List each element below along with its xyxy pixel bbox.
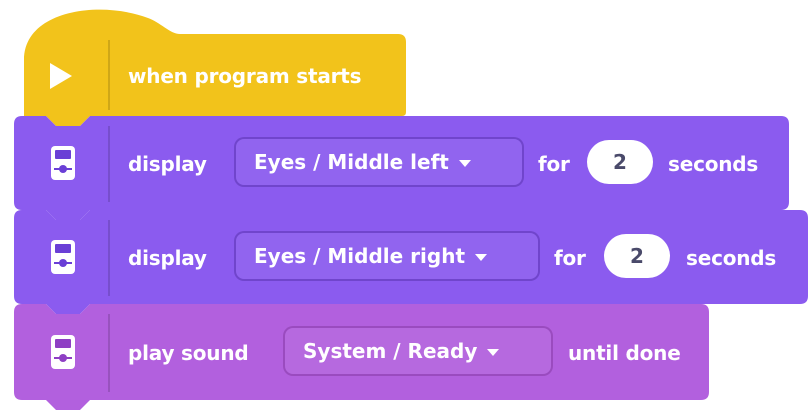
display-hub-icon xyxy=(50,239,76,279)
image-dropdown-value: Eyes / Middle left xyxy=(254,150,449,174)
for-label: for xyxy=(554,246,586,270)
duration-input[interactable]: 2 xyxy=(587,140,653,184)
code-block-stack: when program starts display Eyes / Middl… xyxy=(0,0,811,411)
image-dropdown[interactable]: Eyes / Middle left xyxy=(234,137,524,187)
display-label: display xyxy=(128,152,207,176)
separator xyxy=(108,126,110,202)
chevron-down-icon xyxy=(475,253,488,261)
when-program-starts-label: when program starts xyxy=(128,64,362,88)
sound-dropdown[interactable]: System / Ready xyxy=(283,326,553,376)
play-sound-label: play sound xyxy=(128,341,249,365)
separator xyxy=(108,220,110,296)
play-icon xyxy=(48,62,74,94)
seconds-label: seconds xyxy=(686,246,777,270)
image-dropdown-value: Eyes / Middle right xyxy=(254,244,466,268)
chevron-down-icon xyxy=(458,159,471,167)
duration-input[interactable]: 2 xyxy=(604,234,670,278)
chevron-down-icon xyxy=(487,348,500,356)
sound-hub-icon xyxy=(50,334,76,374)
for-label: for xyxy=(538,152,570,176)
image-dropdown[interactable]: Eyes / Middle right xyxy=(234,231,540,281)
separator xyxy=(108,314,110,392)
until-done-label: until done xyxy=(568,341,681,365)
separator xyxy=(108,40,110,110)
display-label: display xyxy=(128,246,207,270)
seconds-label: seconds xyxy=(668,152,759,176)
display-hub-icon xyxy=(50,145,76,185)
sound-dropdown-value: System / Ready xyxy=(303,339,478,363)
